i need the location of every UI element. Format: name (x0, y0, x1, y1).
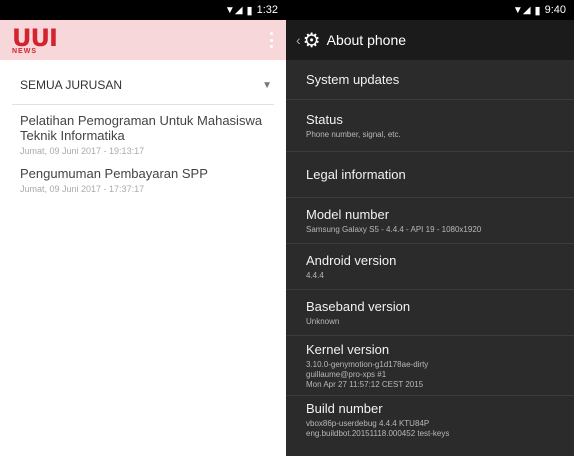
setting-subtitle: Unknown (306, 316, 340, 326)
uui-news-logo: UUI NEWS (12, 23, 58, 55)
setting-system-updates[interactable]: System updates (286, 60, 574, 100)
back-icon[interactable]: ‹ (296, 32, 301, 48)
dropdown-label: SEMUA JURUSAN (20, 78, 123, 92)
wifi-signal-icon: ▼◢ (224, 4, 243, 16)
status-time: 1:32 (256, 4, 278, 16)
news-title: Pelatihan Pemograman Untuk Mahasiswa Tek… (20, 113, 263, 143)
news-item[interactable]: Pengumuman Pembayaran SPP Jumat, 09 Juni… (0, 156, 286, 194)
setting-title: Build number (306, 401, 383, 416)
setting-status[interactable]: Status Phone number, signal, etc. (286, 100, 574, 152)
logo-subtext: NEWS (12, 47, 37, 55)
setting-title: Baseband version (306, 298, 411, 314)
gear-icon[interactable]: ⚙ (303, 28, 321, 53)
news-title: Pengumuman Pembayaran SPP (20, 166, 208, 181)
setting-baseband-version: Baseband version Unknown (286, 290, 574, 336)
jurusan-dropdown[interactable]: SEMUA JURUSAN ▼ (20, 78, 272, 92)
setting-build-number[interactable]: Build number vbox86p-userdebug 4.4.4 KTU… (286, 396, 574, 444)
setting-title: Legal information (306, 166, 406, 182)
overflow-menu-icon[interactable] (270, 32, 274, 48)
setting-subtitle: Samsung Galaxy S5 - 4.4.4 - API 19 - 108… (306, 224, 482, 234)
setting-title: Kernel version (306, 341, 390, 357)
news-date: Jumat, 09 Juni 2017 - 19:13:17 (20, 146, 145, 156)
setting-model-number: Model number Samsung Galaxy S5 - 4.4.4 -… (286, 198, 574, 244)
setting-subtitle: Phone number, signal, etc. (306, 129, 401, 139)
news-item[interactable]: Pelatihan Pemograman Untuk Mahasiswa Tek… (0, 105, 286, 156)
battery-icon: ▮ (534, 4, 541, 17)
uui-news-app: ▼◢ ▮ 1:32 UUI NEWS SEMUA JURUSAN ▼ Pelat… (0, 0, 286, 456)
action-bar: ‹ ⚙ About phone (286, 20, 574, 60)
setting-title: System updates (306, 71, 400, 87)
setting-subtitle: vbox86p-userdebug 4.4.4 KTU84P eng.build… (306, 419, 450, 438)
setting-legal-information[interactable]: Legal information (286, 152, 574, 198)
page-title: About phone (326, 32, 407, 48)
logo-text: UUI (12, 23, 58, 52)
setting-kernel-version: Kernel version 3.10.0-genymotion-g1d178a… (286, 336, 574, 396)
setting-title: Status (306, 111, 343, 127)
settings-screen: ▼◢ ▮ 9:40 ‹ ⚙ About phone System updates… (286, 0, 574, 456)
status-bar: ▼◢ ▮ 9:40 (286, 0, 574, 20)
battery-icon: ▮ (246, 4, 253, 17)
news-date: Jumat, 09 Juni 2017 - 17:37:17 (20, 184, 145, 194)
app-bar: UUI NEWS (0, 20, 286, 60)
setting-title: Model number (306, 206, 390, 222)
setting-subtitle: 4.4.4 (306, 270, 324, 280)
status-bar: ▼◢ ▮ 1:32 (0, 0, 286, 20)
status-time: 9:40 (544, 4, 566, 16)
setting-subtitle: 3.10.0-genymotion-g1d178ae-dirty guillau… (306, 359, 429, 389)
caret-down-icon: ▼ (262, 79, 272, 91)
wifi-signal-icon: ▼◢ (512, 4, 531, 16)
setting-android-version[interactable]: Android version 4.4.4 (286, 244, 574, 290)
setting-title: Android version (306, 252, 397, 268)
